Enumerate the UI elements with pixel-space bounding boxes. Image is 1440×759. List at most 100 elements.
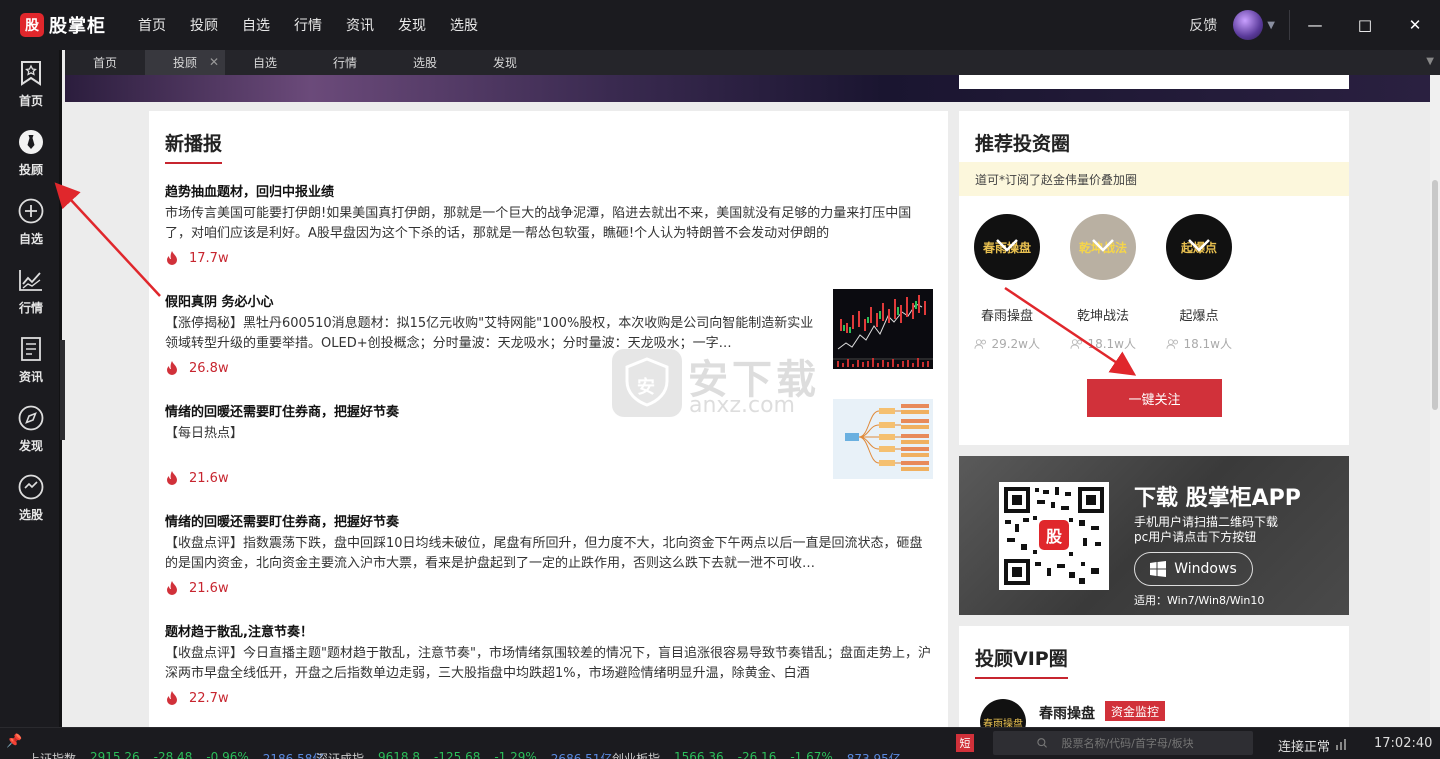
subscription-notice: 道可*订阅了赵金伟量价叠加圈	[959, 162, 1349, 196]
left-sidebar: 首页 投顾 自选 行情 资讯 发现 选股	[0, 50, 62, 727]
circle-name: 起爆点	[1179, 309, 1219, 324]
sidebar-label-discover: 发现	[18, 439, 43, 453]
tab-menu-icon[interactable]: ▼	[1426, 56, 1434, 67]
news-title[interactable]: 趋势抽血题材，回归中报业绩	[165, 181, 935, 200]
news-title[interactable]: 题材趋于散乱,注意节奏！	[165, 621, 935, 640]
topnav-market[interactable]: 行情	[282, 15, 334, 35]
news-title[interactable]: 假阳真阴 务必小心	[165, 291, 815, 310]
maximize-button[interactable]: □	[1340, 16, 1390, 34]
tab-discover[interactable]: 发现	[465, 50, 545, 75]
tab-label: 选股	[412, 56, 437, 70]
topnav-watchlist[interactable]: 自选	[230, 15, 282, 35]
news-title[interactable]: 情绪的回暖还需要盯住券商，把握好节奏	[165, 401, 815, 420]
tab-advisor[interactable]: 投顾 ✕	[145, 50, 225, 75]
sidebar-label-market: 行情	[18, 301, 43, 315]
ticker-change: -26.16	[737, 750, 777, 759]
close-button[interactable]: ✕	[1390, 16, 1440, 34]
index-ticker[interactable]: 深证成指 9618.8 -125.68 -1.29% 2686.51亿	[316, 750, 612, 759]
news-meta: 26.8w	[165, 360, 815, 376]
tab-watchlist[interactable]: 自选	[225, 50, 305, 75]
news-thumbnail-mindmap[interactable]	[833, 399, 933, 479]
fire-icon	[167, 691, 177, 705]
sidebar-item-advisor[interactable]: 投顾	[0, 119, 62, 188]
sidebar-item-market[interactable]: 行情	[0, 257, 62, 326]
news-body: 【每日热点】	[165, 426, 244, 441]
sidebar-item-home[interactable]: 首页	[0, 50, 62, 119]
logo-text: 股掌柜	[49, 16, 106, 37]
follow-all-button[interactable]: 一键关注	[1087, 379, 1222, 417]
news-title[interactable]: 情绪的回暖还需要盯住券商，把握好节奏	[165, 511, 935, 530]
news-item[interactable]: 假阳真阴 务必小心 【涨停揭秘】黑牡丹600510消息题材：拟15亿元收购"艾特…	[165, 291, 815, 376]
circle-logo[interactable]: 起爆点	[1166, 214, 1232, 280]
circle-card[interactable]: 乾坤战法 乾坤战法 18.1w人	[1070, 214, 1136, 352]
index-ticker[interactable]: 创业板指 1566.36 -26.16 -1.67% 873.95亿	[612, 750, 901, 759]
topnav-stock-pick[interactable]: 选股	[438, 15, 490, 35]
ticker-pct: -1.67%	[790, 750, 833, 759]
news-body: 【收盘点评】指数震荡下跌，盘中回踩10日均线未破位，尾盘有所回升，但力度不大，北…	[165, 536, 923, 571]
download-title: 下载 股掌柜APP	[1134, 486, 1301, 511]
download-app-card: 股 下载 股掌柜APP 手机用户请扫描二维码下载 pc用户请点击下方按钮 Win…	[959, 456, 1349, 615]
circle-fans: 18.1w人	[1070, 335, 1136, 352]
scrollbar-thumb[interactable]	[1432, 180, 1438, 410]
ticker-price: 9618.8	[378, 750, 421, 759]
circle-card[interactable]: 春雨操盘 春雨操盘 29.2w人	[974, 214, 1040, 352]
circle-card[interactable]: 起爆点 起爆点 18.1w人	[1166, 214, 1232, 352]
title-bar: 股 股掌柜 首页 投顾 自选 行情 资讯 发现 选股 反馈 ▼ — □ ✕	[0, 0, 1440, 50]
status-bar: 📌 上证指数 2915.26 -28.48 -0.96% 2186.58亿 深证…	[0, 727, 1440, 759]
topnav-discover[interactable]: 发现	[386, 15, 438, 35]
circle-logo[interactable]: 乾坤战法	[1070, 214, 1136, 280]
check-icon	[996, 239, 1018, 252]
sidebar-label-home: 首页	[18, 94, 43, 108]
page-scrollbar[interactable]	[1430, 75, 1440, 727]
news-thumbnail-kline[interactable]	[833, 289, 933, 369]
short-term-badge[interactable]: 短	[956, 734, 974, 752]
tab-stock-pick[interactable]: 选股	[385, 50, 465, 75]
sidebar-item-stock-pick[interactable]: 选股	[0, 464, 62, 533]
fire-icon	[167, 251, 177, 265]
fire-icon	[167, 471, 177, 485]
circle-name: 春雨操盘	[980, 309, 1033, 324]
sidebar-item-news[interactable]: 资讯	[0, 326, 62, 395]
pin-icon[interactable]: 📌	[6, 734, 22, 749]
minimize-button[interactable]: —	[1290, 16, 1340, 34]
news-item[interactable]: 题材趋于散乱,注意节奏！ 【收盘点评】今日直播主题"题材趋于散乱，注意节奏"，市…	[165, 621, 935, 706]
news-item[interactable]: 情绪的回暖还需要盯住券商，把握好节奏 【每日热点】 21.6w	[165, 401, 815, 486]
tab-close-icon[interactable]: ✕	[209, 55, 219, 69]
topnav-news[interactable]: 资讯	[334, 15, 386, 35]
ticker-pct: -0.96%	[206, 750, 249, 759]
feedback-link[interactable]: 反馈	[1189, 15, 1217, 35]
ticker-name: 上证指数	[28, 752, 77, 759]
vip-name[interactable]: 春雨操盘	[1039, 703, 1095, 723]
ticker-amount: 873.95亿	[846, 752, 901, 759]
news-item[interactable]: 趋势抽血题材，回归中报业绩 市场传言美国可能要打伊朗!如果美国真打伊朗，那就是一…	[165, 181, 935, 266]
user-avatar[interactable]	[1233, 10, 1264, 40]
download-line-pc: pc用户请点击下方按钮	[1134, 530, 1257, 544]
tab-home[interactable]: 首页	[65, 50, 145, 75]
logo-mark: 股	[20, 13, 44, 37]
ticker-change: -28.48	[153, 750, 193, 759]
app-logo[interactable]: 股 股掌柜	[20, 12, 120, 38]
view-count: 21.6w	[189, 580, 229, 596]
topnav-home[interactable]: 首页	[126, 15, 178, 35]
search-input[interactable]	[1061, 736, 1253, 750]
circle-logo[interactable]: 春雨操盘	[974, 214, 1040, 280]
avatar-dropdown-icon[interactable]: ▼	[1267, 20, 1275, 31]
stock-search[interactable]	[993, 731, 1253, 755]
users-icon	[1166, 338, 1179, 349]
news-meta: 21.6w	[165, 470, 815, 486]
topnav-advisor[interactable]: 投顾	[178, 15, 230, 35]
ticker-name: 创业板指	[612, 752, 661, 759]
windows-download-button[interactable]: Windows	[1134, 552, 1253, 586]
news-body: 【涨停揭秘】黑牡丹600510消息题材：拟15亿元收购"艾特网能"100%股权，…	[165, 316, 814, 351]
ticker-name: 深证成指	[316, 752, 365, 759]
top-banner	[65, 75, 1430, 102]
index-ticker[interactable]: 上证指数 2915.26 -28.48 -0.96% 2186.58亿	[28, 750, 324, 759]
sidebar-item-discover[interactable]: 发现	[0, 395, 62, 464]
tab-label: 自选	[252, 56, 277, 70]
vip-tag: 资金监控	[1105, 701, 1166, 721]
sidebar-item-watchlist[interactable]: 自选	[0, 188, 62, 257]
vip-avatar[interactable]: 春雨操盘	[980, 699, 1026, 727]
news-item[interactable]: 情绪的回暖还需要盯住券商，把握好节奏 【收盘点评】指数震荡下跌，盘中回踩10日均…	[165, 511, 935, 596]
tab-market[interactable]: 行情	[305, 50, 385, 75]
news-meta: 17.7w	[165, 250, 935, 266]
